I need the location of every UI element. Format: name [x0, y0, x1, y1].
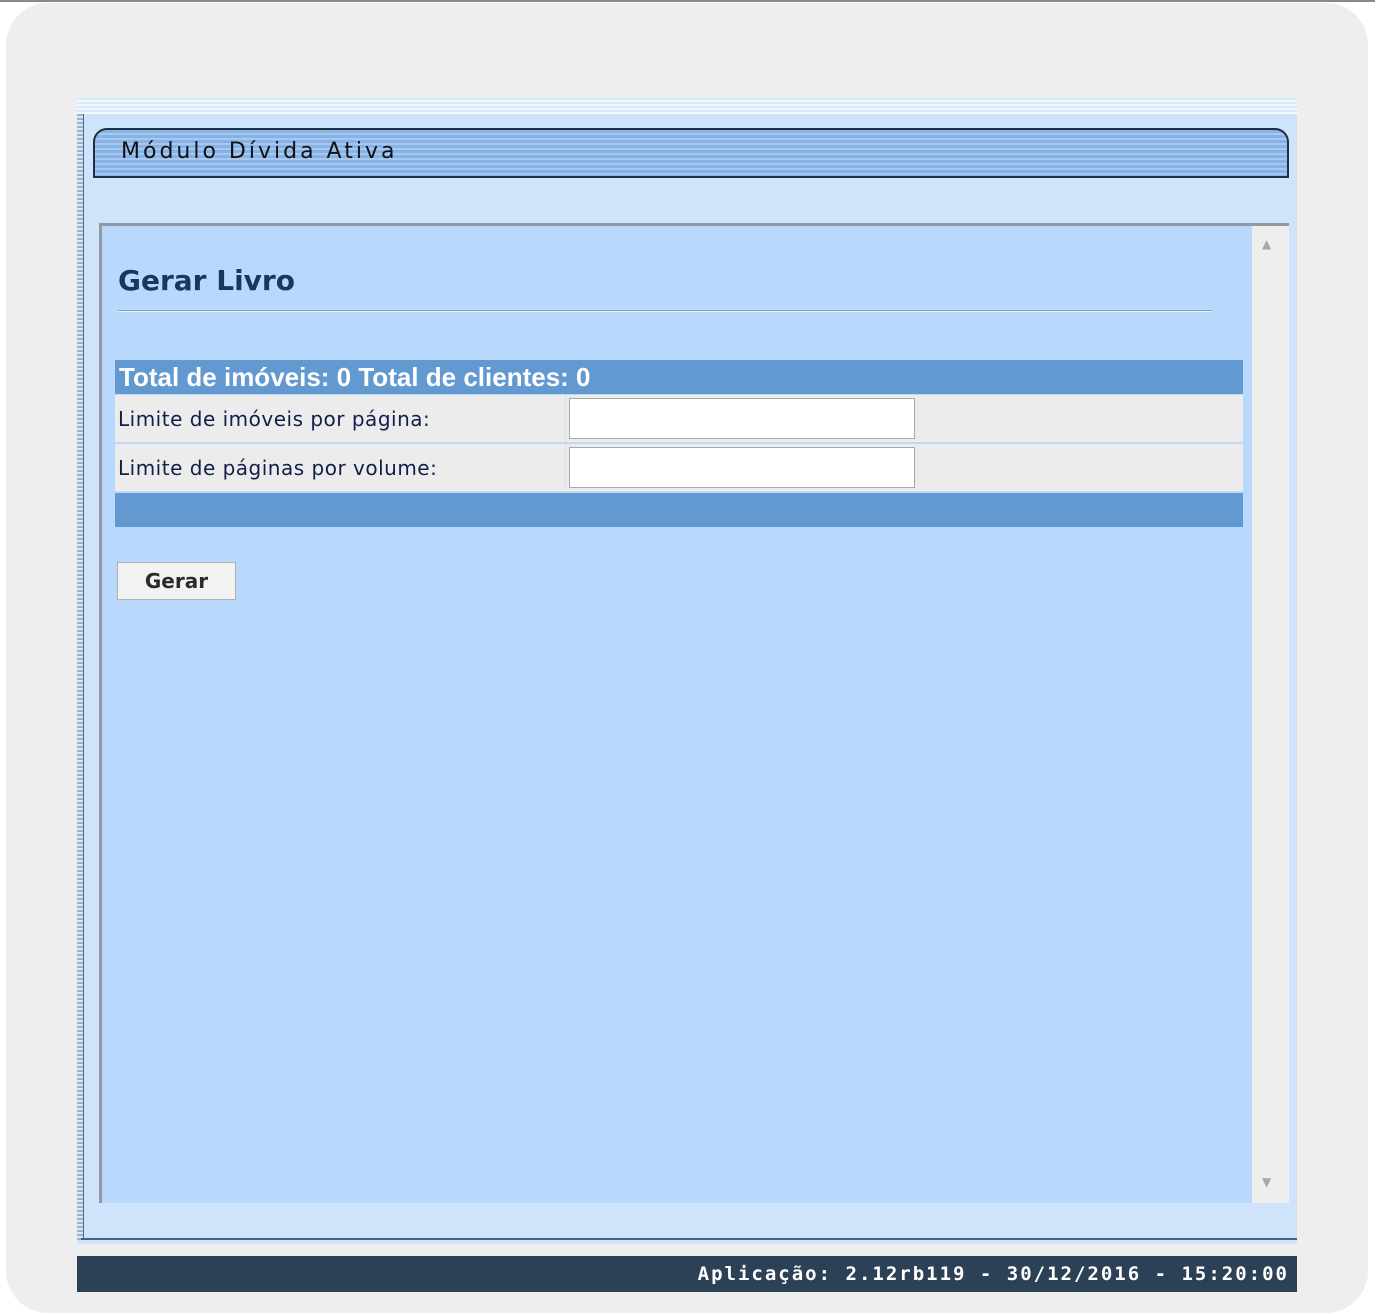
- frame-bottom-edge: [81, 1238, 1297, 1240]
- content-frame: Gerar Livro Total de imóveis: 0 Total de…: [99, 223, 1289, 1203]
- limite-paginas-por-volume-input[interactable]: [569, 447, 915, 488]
- vertical-scrollbar[interactable]: ▲ ▼: [1252, 226, 1289, 1203]
- row-divider: [565, 444, 566, 491]
- form-footer-bar: [115, 493, 1243, 527]
- title-divider: [118, 310, 1212, 312]
- scroll-up-arrow-icon[interactable]: ▲: [1262, 238, 1271, 250]
- module-title: Módulo Dívida Ativa: [121, 139, 398, 164]
- status-bar: Aplicação: 2.12rb119 - 30/12/2016 - 15:2…: [77, 1256, 1297, 1292]
- application-version-text: Aplicação: 2.12rb119 - 30/12/2016 - 15:2…: [697, 1263, 1289, 1285]
- totals-text: Total de imóveis: 0 Total de clientes: 0: [119, 362, 591, 392]
- label-limite-paginas-por-volume: Limite de páginas por volume:: [118, 456, 438, 480]
- form-row-imoveis-por-pagina: Limite de imóveis por página:: [115, 395, 1243, 443]
- window-top-border: [0, 0, 1375, 2]
- form-row-paginas-por-volume: Limite de páginas por volume:: [115, 444, 1243, 492]
- totals-bar: Total de imóveis: 0 Total de clientes: 0: [115, 360, 1243, 394]
- gerar-button[interactable]: Gerar: [117, 562, 236, 600]
- row-divider: [565, 395, 566, 442]
- frame-left-edge: [77, 114, 84, 1240]
- module-header: Módulo Dívida Ativa: [93, 128, 1289, 178]
- limite-imoveis-por-pagina-input[interactable]: [569, 398, 915, 439]
- scroll-down-arrow-icon[interactable]: ▼: [1262, 1176, 1271, 1188]
- label-limite-imoveis-por-pagina: Limite de imóveis por página:: [118, 407, 431, 431]
- frame-top-stripes: [77, 98, 1297, 114]
- page-title: Gerar Livro: [118, 264, 295, 297]
